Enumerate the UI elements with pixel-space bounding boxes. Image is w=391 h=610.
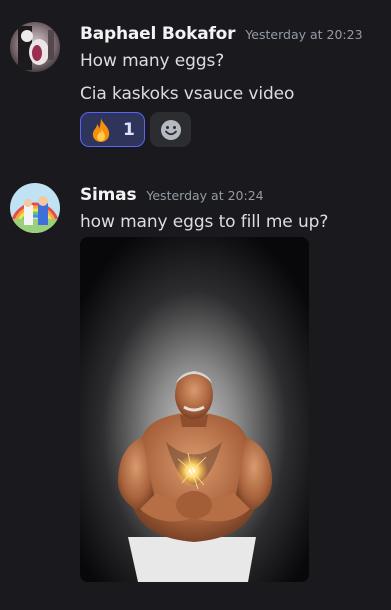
avatar-image (10, 183, 60, 233)
add-reaction-button[interactable] (150, 112, 191, 147)
timestamp: Yesterday at 20:23 (245, 27, 363, 42)
message-text: How many eggs? (80, 51, 225, 71)
message-1: Baphael Bokafor Yesterday at 20:23 How m… (0, 0, 391, 160)
reaction-fire[interactable]: 1 (80, 112, 145, 147)
image-attachment[interactable] (80, 237, 309, 582)
avatar-image (10, 22, 60, 72)
author-name[interactable]: Simas (80, 185, 137, 205)
message-text: Cia kaskoks vsauce video (80, 84, 295, 104)
reactions-bar: 1 (80, 112, 191, 147)
attached-photo (80, 237, 309, 582)
author-name[interactable]: Baphael Bokafor (80, 24, 236, 44)
smiley-face-icon (160, 119, 181, 140)
reaction-count: 1 (123, 119, 135, 140)
message-header: Baphael Bokafor Yesterday at 20:23 (80, 24, 363, 44)
user-avatar[interactable] (10, 22, 60, 72)
message-header: Simas Yesterday at 20:24 (80, 185, 264, 205)
fire-emoji-icon (92, 117, 110, 142)
user-avatar[interactable] (10, 183, 60, 233)
timestamp: Yesterday at 20:24 (146, 188, 264, 203)
message-text: how many eggs to fill me up? (80, 212, 329, 232)
